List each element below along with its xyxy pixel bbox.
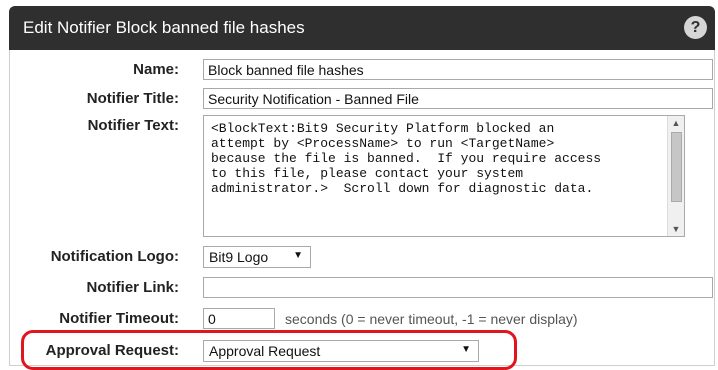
approval-request-label: Approval Request:: [45, 342, 179, 359]
chevron-down-icon: ▼: [461, 344, 471, 355]
notifier-text-label: Notifier Text:: [87, 117, 179, 134]
notification-logo-label: Notification Logo:: [50, 248, 179, 265]
edit-notifier-dialog: Edit Notifier Block banned file hashes ?…: [9, 6, 715, 370]
dialog-title: Edit Notifier Block banned file hashes: [23, 18, 305, 37]
notifier-title-label: Notifier Title:: [86, 90, 179, 107]
notifier-timeout-field[interactable]: 0: [203, 308, 275, 329]
scroll-up-arrow-icon[interactable]: ▲: [668, 116, 684, 130]
help-icon[interactable]: ?: [684, 16, 707, 39]
notifier-timeout-label: Notifier Timeout:: [59, 310, 179, 327]
scroll-down-arrow-icon[interactable]: ▼: [668, 222, 684, 236]
notifier-link-field[interactable]: [203, 277, 713, 298]
notifier-text-scrollbar[interactable]: ▲ ▼: [667, 116, 684, 236]
notifier-text-area[interactable]: <BlockText:Bit9 Security Platform blocke…: [203, 115, 685, 237]
notifier-title-field[interactable]: Security Notification - Banned File: [203, 88, 713, 109]
notification-logo-value: Bit9 Logo: [209, 249, 269, 265]
notifier-link-label: Notifier Link:: [86, 279, 180, 296]
dialog-titlebar: Edit Notifier Block banned file hashes ?: [9, 6, 715, 50]
approval-request-select[interactable]: Approval Request ▼: [203, 340, 479, 362]
notification-logo-select[interactable]: Bit9 Logo ▼: [203, 246, 311, 268]
approval-request-value: Approval Request: [209, 343, 321, 359]
notifier-text-content: <BlockText:Bit9 Security Platform blocke…: [211, 121, 602, 196]
chevron-down-icon: ▼: [293, 250, 303, 261]
scroll-thumb[interactable]: [671, 132, 682, 202]
notifier-timeout-hint: seconds (0 = never timeout, -1 = never d…: [285, 311, 578, 327]
name-label: Name:: [133, 61, 179, 78]
name-field[interactable]: Block banned file hashes: [203, 59, 713, 80]
